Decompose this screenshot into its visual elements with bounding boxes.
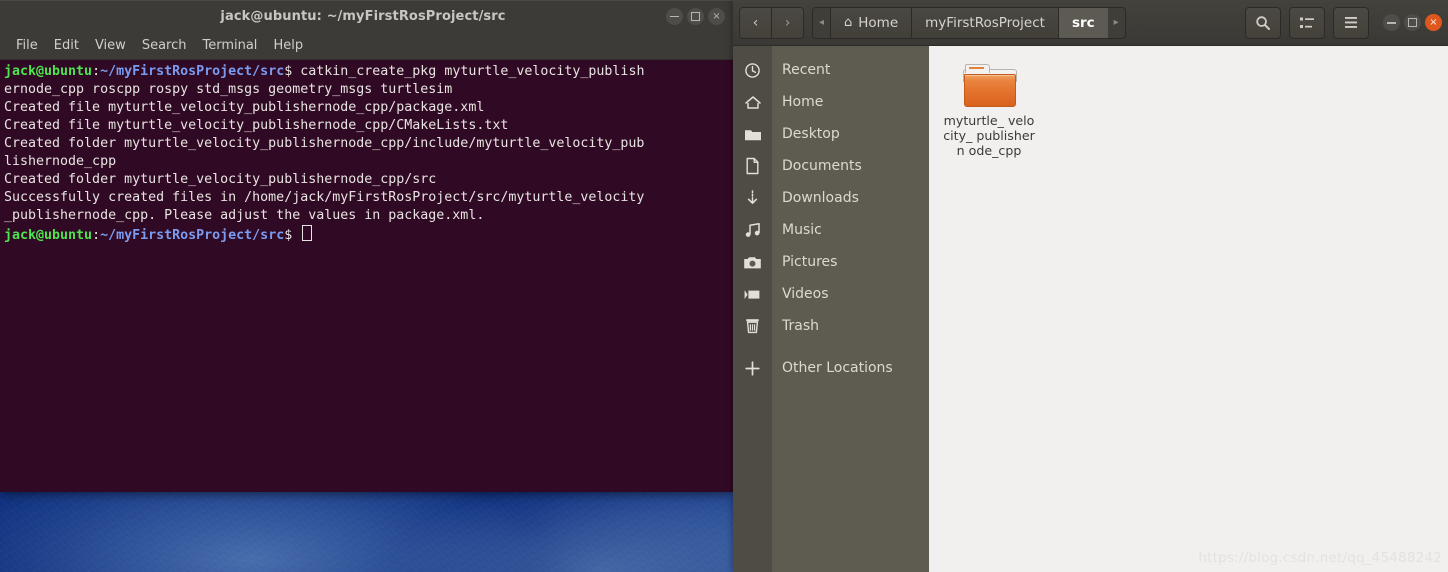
search-button[interactable] [1245,6,1281,39]
sidebar-item-music[interactable]: Music [733,214,929,246]
terminal-window[interactable]: jack@ubuntu: ~/myFirstRosProject/src × F… [0,0,733,492]
sidebar-item-other-locations[interactable]: Other Locations [733,352,929,384]
terminal-prompt-colon: : [92,228,101,243]
menu-item-search[interactable]: Search [134,35,195,56]
document-icon [733,157,772,175]
hamburger-menu-icon [1345,17,1357,28]
video-camera-icon [733,288,772,301]
breadcrumb-scroll-left-icon[interactable]: ◂ [813,7,830,38]
home-icon [733,94,772,111]
sidebar-item-recent[interactable]: Recent [733,54,929,86]
sidebar-item-music-label: Music [782,222,822,238]
forward-button[interactable]: › [771,7,803,38]
sidebar-item-videos-label: Videos [782,286,829,302]
terminal-prompt-user: jack@ubuntu [4,64,93,79]
terminal-line: Created folder myturtle_velocity_publish… [4,172,437,187]
terminal-line: _publishernode_cpp. Please adjust the va… [4,208,485,223]
terminal-prompt-symbol: $ [284,228,301,243]
view-options-icon [1300,17,1314,28]
watermark-text: https://blog.csdn.net/qq_45488242 [1198,550,1442,566]
terminal-close-button[interactable]: × [708,7,725,25]
camera-icon [733,255,772,270]
breadcrumb: ◂ ⌂ Home myFirstRosProject src ▸ [812,6,1126,39]
terminal-prompt-path: ~/myFirstRosProject/src [100,228,285,243]
main-menu-button[interactable] [1333,6,1369,39]
files-minimize-button[interactable] [1383,14,1400,31]
clock-icon [733,62,772,79]
home-icon: ⌂ [844,15,853,30]
sidebar-item-downloads-label: Downloads [782,190,859,206]
music-note-icon [733,222,772,238]
terminal-titlebar[interactable]: jack@ubuntu: ~/myFirstRosProject/src × [0,0,733,31]
terminal-line: Successfully created files in /home/jack… [4,190,645,205]
terminal-prompt-symbol: $ [284,64,301,79]
sidebar-item-desktop[interactable]: Desktop [733,118,929,150]
sidebar-item-trash[interactable]: Trash [733,310,929,342]
sidebar-item-recent-label: Recent [782,62,831,78]
folder-icon [963,64,1017,107]
files-maximize-button[interactable] [1404,14,1421,31]
terminal-line: Created file myturtle_velocity_publisher… [4,118,509,133]
terminal-line: jack@ubuntu:~/myFirstRosProject/src$ cat… [4,63,729,81]
terminal-menubar[interactable]: File Edit View Search Terminal Help [0,31,733,60]
places-sidebar: Recent Home Desktop Documents Downloads … [733,46,929,572]
sidebar-item-trash-label: Trash [782,318,819,334]
sidebar-item-home[interactable]: Home [733,86,929,118]
sidebar-item-downloads[interactable]: Downloads [733,182,929,214]
menu-item-file[interactable]: File [8,35,46,56]
sidebar-item-desktop-label: Desktop [782,126,840,142]
file-list-view[interactable]: myturtle_ velocity_ publishern ode_cpp h… [929,46,1448,572]
terminal-line: ernode_cpp roscpp rospy std_msgs geometr… [4,82,453,97]
breadcrumb-item-home-label: Home [858,14,899,31]
file-manager-headerbar: ‹ › ◂ ⌂ Home myFirstRosProject src ▸ × [733,0,1448,46]
search-icon [1256,15,1270,30]
menu-item-edit[interactable]: Edit [46,35,87,56]
download-icon [733,189,772,207]
sidebar-item-documents[interactable]: Documents [733,150,929,182]
terminal-line: Created file myturtle_velocity_publisher… [4,100,485,115]
terminal-cursor [302,225,313,241]
navigation-buttons: ‹ › [739,6,804,39]
menu-item-terminal[interactable]: Terminal [194,35,265,56]
sidebar-item-documents-label: Documents [782,158,862,174]
sidebar-item-videos[interactable]: Videos [733,278,929,310]
files-close-button[interactable]: × [1425,14,1442,31]
terminal-line: jack@ubuntu:~/myFirstRosProject/src$ [4,225,729,245]
view-options-button[interactable] [1289,6,1325,39]
terminal-output-area[interactable]: jack@ubuntu:~/myFirstRosProject/src$ cat… [0,60,733,492]
file-item-folder[interactable]: myturtle_ velocity_ publishern ode_cpp [943,60,1035,158]
breadcrumb-item-home[interactable]: ⌂ Home [830,7,912,38]
terminal-prompt-colon: : [92,64,101,79]
terminal-command: catkin_create_pkg myturtle_velocity_publ… [300,64,645,79]
menu-item-help[interactable]: Help [265,35,311,56]
breadcrumb-item-src[interactable]: src [1057,7,1108,38]
terminal-maximize-button[interactable] [687,7,704,25]
breadcrumb-scroll-right-icon[interactable]: ▸ [1107,7,1125,38]
sidebar-item-pictures[interactable]: Pictures [733,246,929,278]
file-grid: myturtle_ velocity_ publishern ode_cpp [943,60,1448,158]
terminal-line: lishernode_cpp [4,154,117,169]
terminal-prompt-user: jack@ubuntu [4,228,93,243]
back-button[interactable]: ‹ [740,7,771,38]
file-manager-window[interactable]: ‹ › ◂ ⌂ Home myFirstRosProject src ▸ × R… [733,0,1448,572]
file-manager-body: Recent Home Desktop Documents Downloads … [733,46,1448,572]
terminal-minimize-button[interactable] [666,7,683,25]
folder-icon [733,127,772,142]
terminal-window-controls: × [666,7,733,25]
file-item-label: myturtle_ velocity_ publishern ode_cpp [943,113,1035,158]
breadcrumb-item-myfirstrosproject[interactable]: myFirstRosProject [911,7,1058,38]
plus-icon [733,360,772,377]
file-manager-window-controls: × [1383,14,1442,31]
sidebar-item-home-label: Home [782,94,824,110]
terminal-title: jack@ubuntu: ~/myFirstRosProject/src [220,8,506,24]
sidebar-item-pictures-label: Pictures [782,254,838,270]
terminal-line: Created folder myturtle_velocity_publish… [4,136,645,151]
terminal-prompt-path: ~/myFirstRosProject/src [100,64,285,79]
menu-item-view[interactable]: View [87,35,134,56]
sidebar-item-other-locations-label: Other Locations [782,360,893,376]
trash-icon [733,317,772,335]
